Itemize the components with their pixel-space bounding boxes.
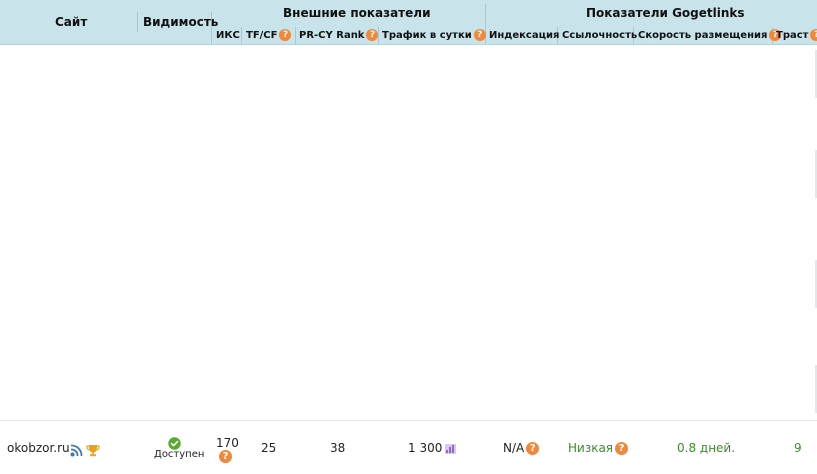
- indexing-value: N/A?: [503, 441, 540, 455]
- traffic-value: 1 300: [408, 441, 457, 455]
- site-metrics-table: Сайт Видимость Внешние показатели Показа…: [0, 0, 817, 474]
- table-header: Сайт Видимость Внешние показатели Показа…: [0, 0, 817, 45]
- prcy-value: 38: [330, 441, 346, 455]
- trophy-icon[interactable]: [86, 442, 100, 461]
- column-header-trust-label: Траст: [776, 30, 809, 41]
- column-header-iks[interactable]: ИКС: [216, 30, 240, 41]
- column-header-speed[interactable]: Скорость размещения?: [638, 29, 782, 41]
- indexing-text: N/A: [503, 441, 525, 455]
- rss-icon[interactable]: [70, 442, 84, 461]
- status-label: Доступен: [154, 449, 205, 460]
- column-header-prcy[interactable]: PR-CY Rank?: [299, 29, 379, 41]
- group-header-gogetlinks: Показатели Gogetlinks: [586, 6, 745, 20]
- column-header-traffic-label: Трафик в сутки: [382, 30, 472, 41]
- traffic-chart-icon[interactable]: [445, 443, 457, 454]
- group-header-external: Внешние показатели: [283, 6, 431, 20]
- header-separator: [295, 27, 296, 44]
- help-icon[interactable]: ?: [366, 29, 379, 41]
- speed-value: 0.8 дней.: [677, 441, 736, 455]
- column-header-linkage[interactable]: Ссылочность: [562, 30, 637, 41]
- trust-value: 9: [794, 441, 802, 455]
- column-header-indexing[interactable]: Индексация: [489, 30, 559, 41]
- column-header-speed-label: Скорость размещения: [638, 30, 768, 41]
- help-icon[interactable]: ?: [219, 450, 232, 463]
- column-header-prcy-label: PR-CY Rank: [299, 30, 365, 41]
- tfcf-value: 25: [261, 441, 277, 455]
- linkage-text: Низкая: [568, 441, 614, 455]
- help-icon[interactable]: ?: [615, 442, 629, 455]
- iks-value: 170: [216, 436, 239, 450]
- header-separator: [137, 12, 138, 32]
- help-icon[interactable]: ?: [810, 29, 817, 41]
- linkage-value: Низкая?: [568, 441, 629, 455]
- column-header-tfcf[interactable]: TF/CF?: [246, 29, 292, 41]
- help-icon[interactable]: ?: [526, 442, 540, 455]
- column-header-trust[interactable]: Траст?: [776, 29, 817, 41]
- column-header-visibility[interactable]: Видимость: [143, 15, 218, 29]
- column-header-tfcf-label: TF/CF: [246, 30, 278, 41]
- help-icon[interactable]: ?: [279, 29, 292, 41]
- column-header-site[interactable]: Сайт: [55, 15, 87, 29]
- column-header-traffic[interactable]: Трафик в сутки?: [382, 29, 486, 41]
- site-link[interactable]: okobzor.ru: [7, 441, 70, 455]
- help-icon[interactable]: ?: [473, 29, 486, 41]
- header-separator: [241, 27, 242, 44]
- row-divider: [0, 420, 817, 421]
- traffic-number: 1 300: [408, 441, 443, 455]
